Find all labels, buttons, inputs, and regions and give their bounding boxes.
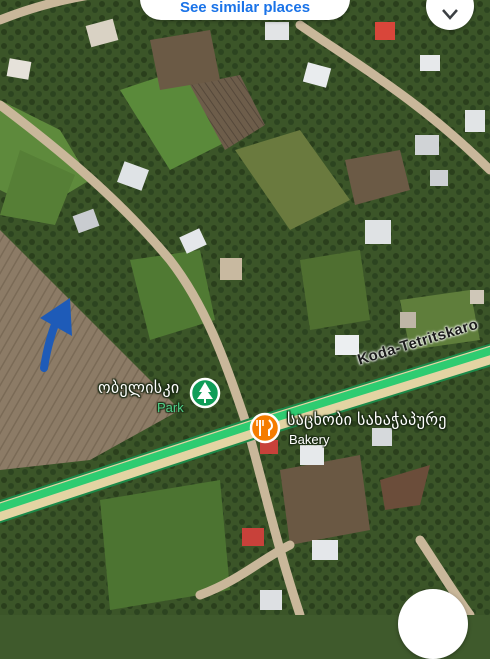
satellite-map[interactable]: [0, 0, 490, 615]
bakery-name[interactable]: საცხობი სახაჭაპურე: [287, 410, 447, 430]
park-category: Park: [157, 400, 184, 415]
location-button[interactable]: [398, 589, 468, 659]
park-name[interactable]: ობელისკი: [98, 378, 180, 398]
fork-knife-icon: [249, 412, 281, 444]
chevron-icon: [442, 9, 458, 20]
bakery-category: Bakery: [289, 432, 330, 447]
see-similar-places-button[interactable]: See similar places: [140, 0, 350, 20]
see-similar-places-label: See similar places: [179, 0, 311, 16]
tree-icon: [189, 377, 221, 409]
